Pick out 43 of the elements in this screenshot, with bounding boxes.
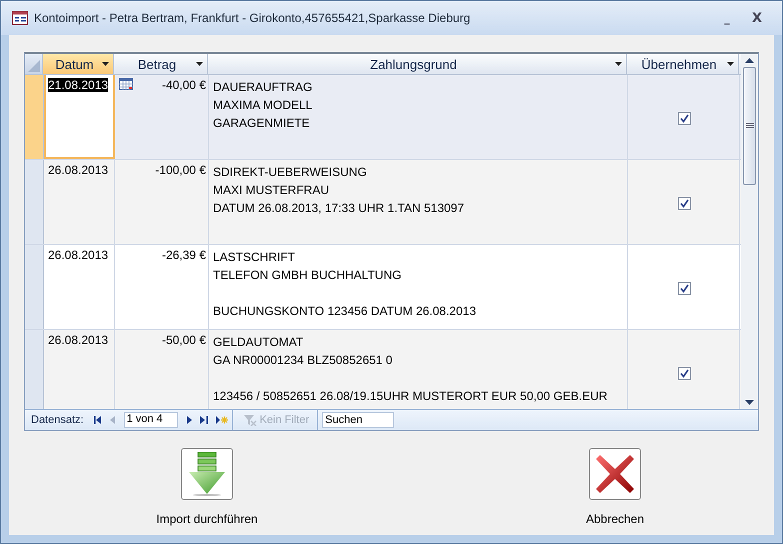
amount-cell: -26,39 € <box>162 248 206 262</box>
scrollbar[interactable] <box>741 54 758 409</box>
payment-reason-text: GELDAUTOMAT GA NR00001234 BLZ50852651 0 123456 / 50852651 26.08/19.15UHR MUSTERORT EUR 50,00 GEB.EUR <box>213 334 608 405</box>
import-button[interactable] <box>181 448 233 500</box>
column-header[interactable]: Zahlungsgrund <box>208 54 627 74</box>
download-arrow-icon <box>187 452 227 496</box>
date-cell[interactable]: 26.08.2013 <box>48 333 108 347</box>
calendar-icon[interactable] <box>119 78 133 90</box>
column-header[interactable]: Datum <box>43 54 114 74</box>
payment-reason-text: SDIREKT-UEBERWEISUNG MAXI MUSTERFRAU DATUM 26.08.2013, 17:33 UHR 1.TAN 513097 <box>213 164 466 217</box>
amount-cell: -50,00 € <box>162 333 206 347</box>
payment-reason-text: DAUERAUFTRAG MAXIMA MODELL GARAGENMIETE <box>213 79 314 132</box>
cancel-button[interactable] <box>589 448 641 500</box>
button-label: Import durchführen <box>156 512 258 526</box>
grip-icon <box>746 123 754 129</box>
button-label: Abbrechen <box>586 512 644 526</box>
filter-icon <box>242 414 257 426</box>
window-title: Kontoimport - Petra Bertram, Frankfurt - Girokonto,457655421,Sparkasse Dieburg <box>34 11 472 25</box>
form-icon <box>12 11 28 25</box>
date-cell[interactable]: 21.08.2013 <box>48 78 108 92</box>
minimize-button[interactable]: _ <box>714 8 740 28</box>
dropdown-caret-icon[interactable] <box>102 62 109 66</box>
scroll-down-arrow-icon[interactable] <box>745 400 754 405</box>
amount-cell: -40,00 € <box>162 78 206 92</box>
column-header[interactable]: Übernehmen <box>627 54 739 74</box>
cross-icon <box>594 453 636 495</box>
scroll-up-arrow-icon[interactable] <box>745 58 754 63</box>
dropdown-caret-icon[interactable] <box>196 62 203 66</box>
record-number-field[interactable]: 1 von 4 <box>124 412 178 428</box>
checkbox[interactable] <box>678 282 691 295</box>
record-label: Datensatz: <box>31 414 84 426</box>
checkbox[interactable] <box>678 197 691 210</box>
date-cell[interactable]: 26.08.2013 <box>48 248 108 262</box>
search-field[interactable]: Suchen <box>322 412 394 428</box>
checkbox[interactable] <box>678 112 691 125</box>
dropdown-caret-icon[interactable] <box>727 62 734 66</box>
column-header[interactable]: Betrag <box>114 54 208 74</box>
payment-reason-text: LASTSCHRIFT TELEFON GMBH BUCHHALTUNG BUCHUNGSKONTO 123456 DATUM 26.08.2013 <box>213 249 477 320</box>
amount-cell: -100,00 € <box>155 163 206 177</box>
checkbox[interactable] <box>678 367 691 380</box>
date-cell[interactable]: 26.08.2013 <box>48 163 108 177</box>
close-button[interactable]: X <box>744 8 770 28</box>
dropdown-caret-icon[interactable] <box>615 62 622 66</box>
